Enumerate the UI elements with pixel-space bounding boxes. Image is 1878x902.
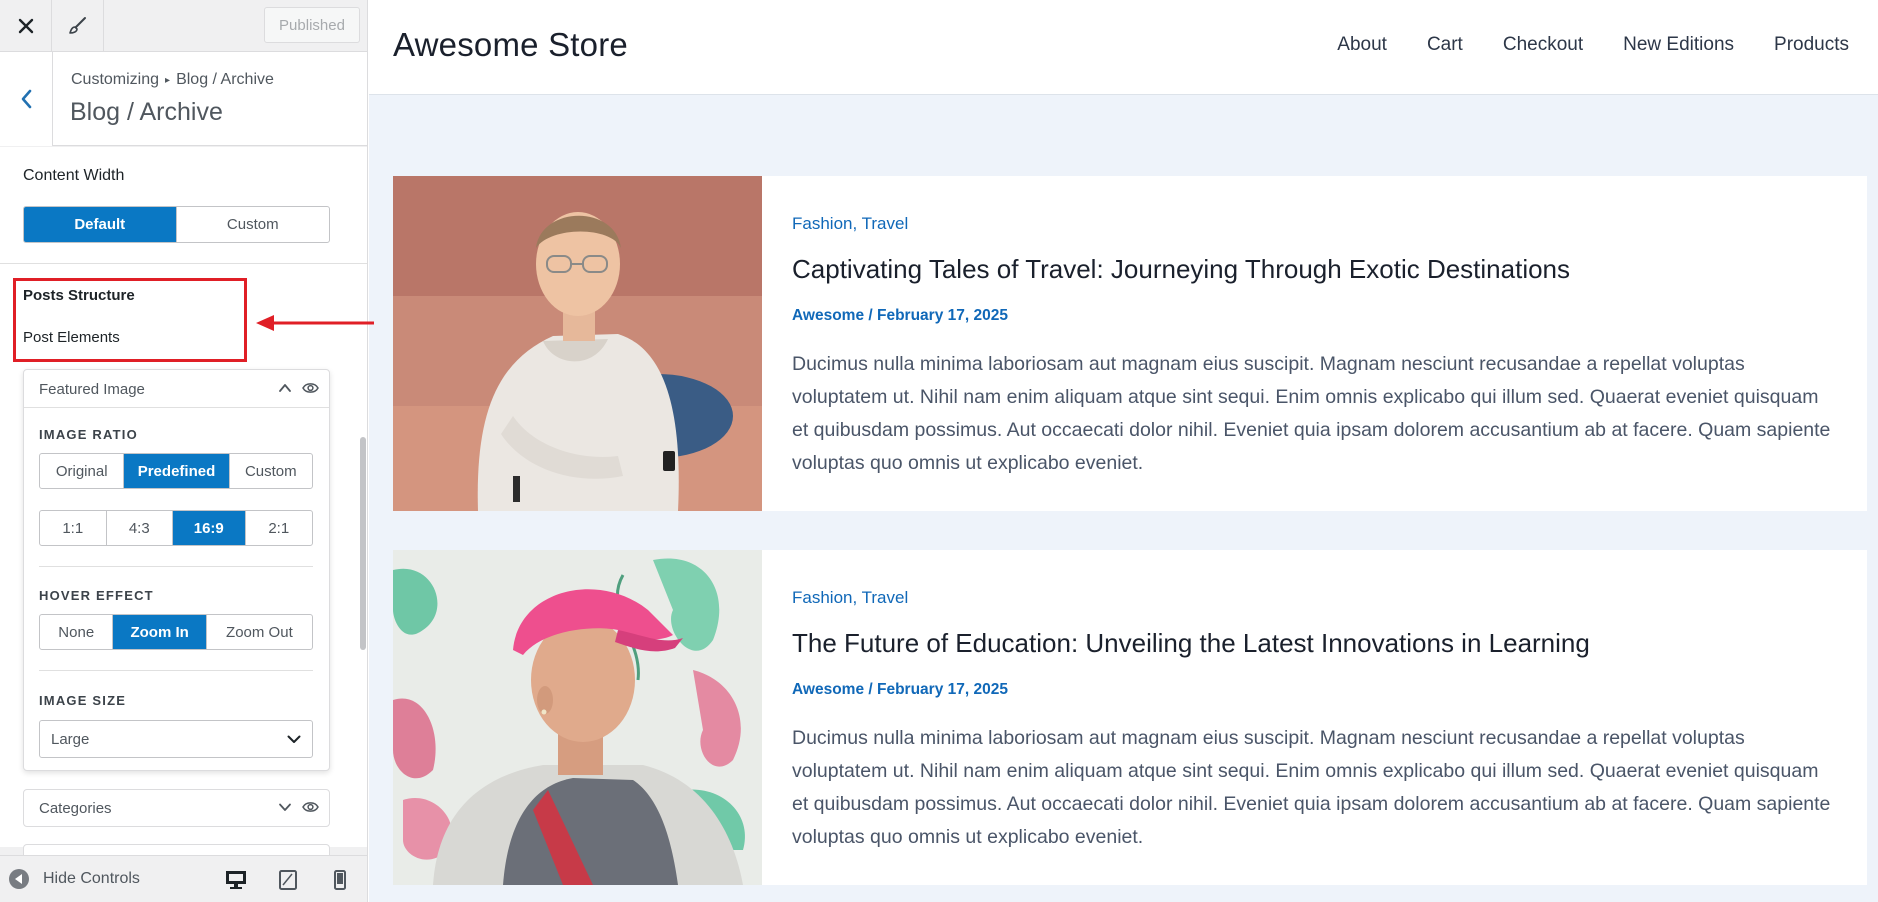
ratio-custom-option[interactable]: Custom xyxy=(230,454,312,488)
nav-item-checkout[interactable]: Checkout xyxy=(1503,34,1583,56)
post-featured-image[interactable] xyxy=(393,176,762,511)
ratio-predefined-option[interactable]: Predefined xyxy=(124,454,230,488)
hover-effect-label: HOVER EFFECT xyxy=(39,588,154,603)
tablet-icon xyxy=(279,870,297,890)
aspect-2-1-option[interactable]: 2:1 xyxy=(246,511,313,545)
post-meta[interactable]: Awesome / February 17, 2025 xyxy=(792,681,1008,699)
annotation-arrow-icon xyxy=(256,315,374,331)
post-featured-image[interactable] xyxy=(393,550,762,885)
post-excerpt: Ducimus nulla minima laboriosam aut magn… xyxy=(792,353,1831,474)
close-customizer-button[interactable] xyxy=(0,0,52,51)
post-categories[interactable]: Fashion, Travel xyxy=(792,214,908,234)
image-size-label: IMAGE SIZE xyxy=(39,693,127,708)
featured-image-header[interactable]: Featured Image xyxy=(24,370,329,408)
nav-item-about[interactable]: About xyxy=(1337,34,1387,56)
hover-zoom-in-option[interactable]: Zoom In xyxy=(113,615,207,649)
site-preview: Awesome Store About Cart Checkout New Ed… xyxy=(369,0,1878,902)
aspect-1-1-option[interactable]: 1:1 xyxy=(40,511,107,545)
hover-zoom-out-option[interactable]: Zoom Out xyxy=(207,615,312,649)
mobile-preview-button[interactable] xyxy=(328,869,352,891)
chevron-down-icon[interactable] xyxy=(277,799,293,815)
chevron-down-icon xyxy=(287,735,301,743)
primary-nav: About Cart Checkout New Editions Product… xyxy=(1337,34,1849,56)
featured-image-panel: Featured Image IMAGE RATIO Original Pred… xyxy=(23,369,330,771)
customizer-footer: Hide Controls xyxy=(0,855,367,902)
ratio-original-option[interactable]: Original xyxy=(40,454,125,488)
post-card: Fashion, Travel The Future of Education:… xyxy=(393,550,1867,885)
collapse-arrow-icon xyxy=(9,869,29,889)
brush-icon xyxy=(68,16,86,34)
image-ratio-toggle: Original Predefined Custom xyxy=(39,453,313,489)
chevron-up-icon[interactable] xyxy=(277,380,293,396)
post-excerpt: Ducimus nulla minima laboriosam aut magn… xyxy=(792,727,1831,848)
divider xyxy=(0,263,367,264)
chevron-left-icon xyxy=(21,89,32,109)
controls-area: Content Width Default Custom Posts Struc… xyxy=(0,147,367,864)
nav-item-new-editions[interactable]: New Editions xyxy=(1623,34,1734,56)
hide-controls-label: Hide Controls xyxy=(43,870,140,887)
post-meta[interactable]: Awesome / February 17, 2025 xyxy=(792,307,1008,325)
breadcrumb-separator-icon: ▸ xyxy=(165,75,171,86)
categories-title: Categories xyxy=(39,800,112,817)
back-button[interactable] xyxy=(0,52,53,146)
visibility-eye-icon[interactable] xyxy=(302,381,319,395)
desktop-preview-button[interactable] xyxy=(224,869,248,891)
post-categories[interactable]: Fashion, Travel xyxy=(792,588,908,608)
aspect-16-9-option[interactable]: 16:9 xyxy=(173,511,246,545)
breadcrumb-current: Blog / Archive xyxy=(176,71,274,88)
annotation-highlight-box xyxy=(13,278,247,362)
section-title: Blog / Archive xyxy=(70,98,223,126)
breadcrumb-root: Customizing xyxy=(71,71,160,88)
breadcrumb: Customizing ▸ Blog / Archive xyxy=(71,71,274,89)
content-width-custom-option[interactable]: Custom xyxy=(177,207,330,242)
divider xyxy=(39,566,313,567)
categories-panel[interactable]: Categories xyxy=(23,789,330,827)
nav-item-cart[interactable]: Cart xyxy=(1427,34,1463,56)
nav-item-products[interactable]: Products xyxy=(1774,34,1849,56)
customizer-topbar: Published xyxy=(0,0,367,52)
design-preview-button[interactable] xyxy=(52,0,104,51)
site-header: Awesome Store About Cart Checkout New Ed… xyxy=(369,0,1878,95)
post-title[interactable]: The Future of Education: Unveiling the L… xyxy=(792,628,1590,659)
post-title[interactable]: Captivating Tales of Travel: Journeying … xyxy=(792,254,1570,285)
hide-controls-button[interactable]: Hide Controls xyxy=(9,869,140,889)
close-icon xyxy=(18,18,33,33)
divider xyxy=(39,670,313,671)
section-header: Customizing ▸ Blog / Archive Blog / Archiv… xyxy=(0,52,367,146)
content-width-toggle: Default Custom xyxy=(23,206,330,243)
hover-none-option[interactable]: None xyxy=(40,615,114,649)
mobile-icon xyxy=(334,870,346,890)
site-title[interactable]: Awesome Store xyxy=(393,26,628,64)
panel-scrollbar[interactable] xyxy=(360,437,366,650)
featured-image-title: Featured Image xyxy=(39,381,145,398)
desktop-icon xyxy=(226,871,246,889)
published-button[interactable]: Published xyxy=(264,7,360,43)
content-width-default-option[interactable]: Default xyxy=(24,207,177,242)
content-width-label: Content Width xyxy=(23,167,125,184)
aspect-ratio-toggle: 1:1 4:3 16:9 2:1 xyxy=(39,510,313,546)
aspect-4-3-option[interactable]: 4:3 xyxy=(107,511,174,545)
post-card: Fashion, Travel Captivating Tales of Tra… xyxy=(393,176,1867,511)
image-size-select[interactable]: Large xyxy=(39,720,313,758)
hover-effect-toggle: None Zoom In Zoom Out xyxy=(39,614,313,650)
image-ratio-label: IMAGE RATIO xyxy=(39,427,138,442)
tablet-preview-button[interactable] xyxy=(276,869,300,891)
customizer-panel: Published Customizing ▸ Blog / Archive Blo… xyxy=(0,0,368,902)
visibility-eye-icon[interactable] xyxy=(302,800,319,814)
image-size-value: Large xyxy=(51,731,90,748)
